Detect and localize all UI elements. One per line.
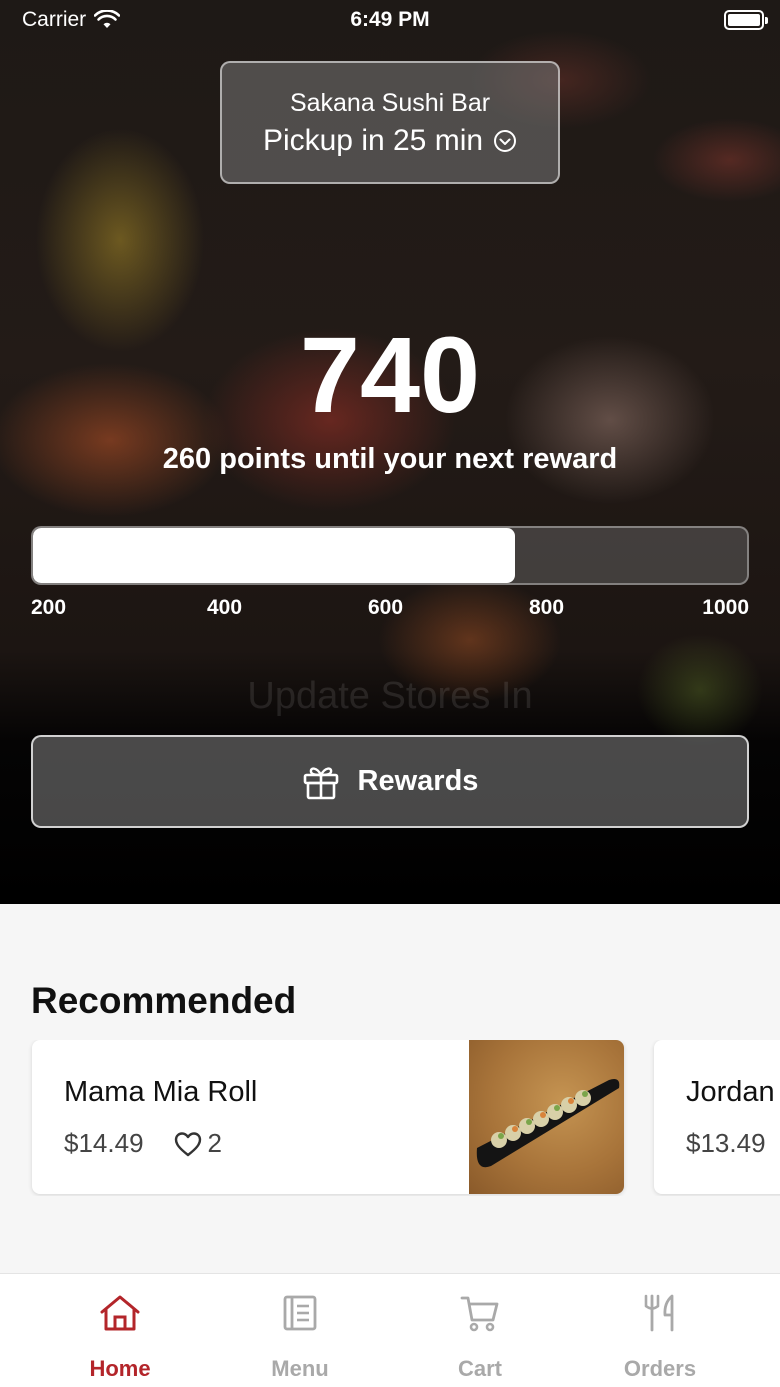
recommended-title: Recommended [31, 980, 297, 1021]
cart-icon [460, 1296, 499, 1332]
progress-tick: 1000 [702, 596, 749, 619]
item-meta: $14.49 2 [64, 1128, 222, 1159]
progress-tick: 200 [31, 596, 67, 619]
tab-orders[interactable]: Orders [570, 1292, 750, 1382]
tab-label: Orders [623, 1356, 697, 1381]
tab-menu[interactable]: Menu [210, 1292, 390, 1382]
rewards-label: Rewards [357, 765, 479, 797]
menu-icon [283, 1295, 317, 1331]
update-stores-ghost-text: Update Stores In [247, 675, 533, 717]
chevron-down-circle-icon [494, 130, 517, 152]
fork-knife-icon [644, 1294, 674, 1332]
progress-ticks: 200 400 600 800 1000 [31, 596, 749, 624]
item-image [469, 1040, 624, 1194]
rewards-button[interactable]: Rewards [31, 735, 749, 828]
points-subtitle: 260 points until your next reward [162, 443, 618, 475]
recommended-carousel[interactable]: Mama Mia Roll $14.49 2 Jordan $13.49 [0, 1040, 780, 1196]
progress-tick: 600 [368, 596, 404, 619]
item-name: Jordan [686, 1076, 775, 1108]
heart-icon [174, 1131, 201, 1156]
item-name: Mama Mia Roll [64, 1076, 258, 1108]
points-value: 740 [299, 314, 481, 435]
points-progress-fill [33, 528, 515, 583]
progress-tick: 400 [207, 596, 243, 619]
gift-icon [303, 766, 338, 799]
points-progress-bar [31, 526, 749, 585]
tab-bar: Home Menu Cart Orders [0, 1273, 780, 1387]
item-likes[interactable]: 2 [174, 1128, 222, 1159]
status-bar: Carrier 6:49 PM [0, 0, 780, 40]
tab-label: Cart [457, 1356, 502, 1381]
recommended-card[interactable]: Jordan $13.49 [654, 1040, 780, 1194]
hero-banner: Carrier 6:49 PM Sakana Sushi Bar Pickup … [0, 0, 780, 904]
item-price: $13.49 [686, 1128, 766, 1158]
item-price: $14.49 [64, 1128, 144, 1158]
tab-label: Menu [271, 1356, 329, 1381]
pickup-label: Pickup in 25 min [262, 124, 484, 157]
item-meta: $13.49 [686, 1128, 766, 1159]
status-time: 6:49 PM [350, 8, 430, 31]
likes-count: 2 [207, 1128, 222, 1158]
battery-icon [724, 10, 768, 30]
tab-home[interactable]: Home [30, 1292, 210, 1382]
progress-tick: 800 [529, 596, 565, 619]
store-selector[interactable]: Sakana Sushi Bar Pickup in 25 min [220, 61, 560, 184]
home-icon [100, 1295, 140, 1331]
store-name: Sakana Sushi Bar [289, 89, 491, 117]
tab-cart[interactable]: Cart [390, 1292, 570, 1382]
pickup-time: Pickup in 25 min [222, 124, 558, 158]
tab-label: Home [89, 1356, 151, 1381]
recommended-card[interactable]: Mama Mia Roll $14.49 2 [32, 1040, 624, 1194]
